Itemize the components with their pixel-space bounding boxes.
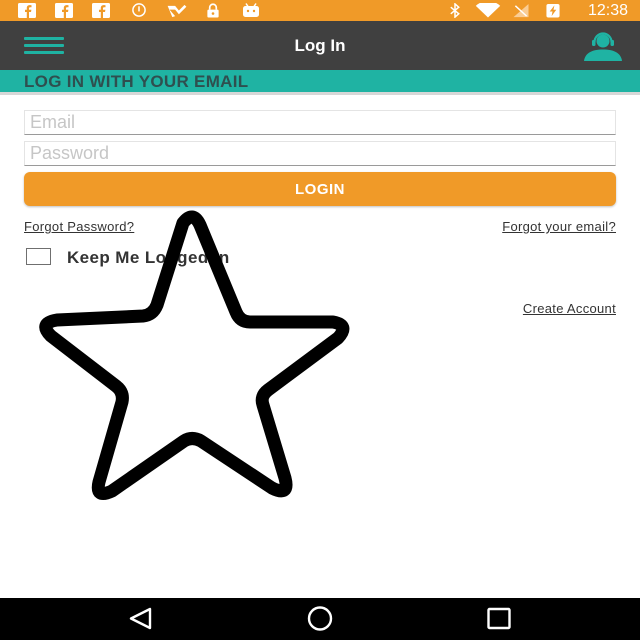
lock-icon bbox=[207, 3, 219, 18]
screen: 12:38 Log In LOG IN WITH YOUR EMAIL LOGI… bbox=[0, 0, 640, 640]
keep-logged-in-label: Keep Me Logged In bbox=[67, 248, 230, 267]
section-title: LOG IN WITH YOUR EMAIL bbox=[24, 72, 249, 91]
page-title: Log In bbox=[294, 36, 346, 55]
android-icon bbox=[243, 3, 259, 17]
wifi-icon bbox=[475, 3, 501, 18]
star-outline-icon bbox=[39, 210, 350, 500]
keep-logged-in-checkbox[interactable] bbox=[26, 248, 51, 265]
forgot-password-link[interactable]: Forgot Password? bbox=[24, 219, 134, 234]
forgot-email-link[interactable]: Forgot your email? bbox=[502, 219, 616, 234]
password-field[interactable] bbox=[24, 141, 616, 166]
back-icon[interactable] bbox=[111, 598, 171, 640]
create-account-link[interactable]: Create Account bbox=[523, 301, 616, 316]
facebook-icon bbox=[92, 3, 110, 18]
home-icon[interactable] bbox=[290, 598, 350, 640]
status-time: 12:38 bbox=[587, 2, 628, 19]
hamburger-menu-icon[interactable] bbox=[24, 37, 64, 55]
facebook-icon bbox=[18, 3, 36, 18]
bluetooth-icon bbox=[450, 3, 460, 18]
section-header: LOG IN WITH YOUR EMAIL bbox=[0, 70, 640, 95]
toolbar: Log In bbox=[0, 21, 640, 70]
do-not-disturb-icon bbox=[132, 3, 146, 17]
status-bar: 12:38 bbox=[0, 0, 640, 21]
battery-charging-icon bbox=[546, 3, 560, 18]
support-agent-icon[interactable] bbox=[583, 30, 623, 62]
email-field[interactable] bbox=[24, 110, 616, 135]
recents-icon[interactable] bbox=[469, 598, 529, 640]
navigation-bar bbox=[0, 598, 640, 640]
facebook-icon bbox=[55, 3, 73, 18]
login-button[interactable]: LOGIN bbox=[24, 172, 616, 206]
app-icon bbox=[167, 4, 187, 18]
no-signal-icon bbox=[513, 3, 529, 18]
